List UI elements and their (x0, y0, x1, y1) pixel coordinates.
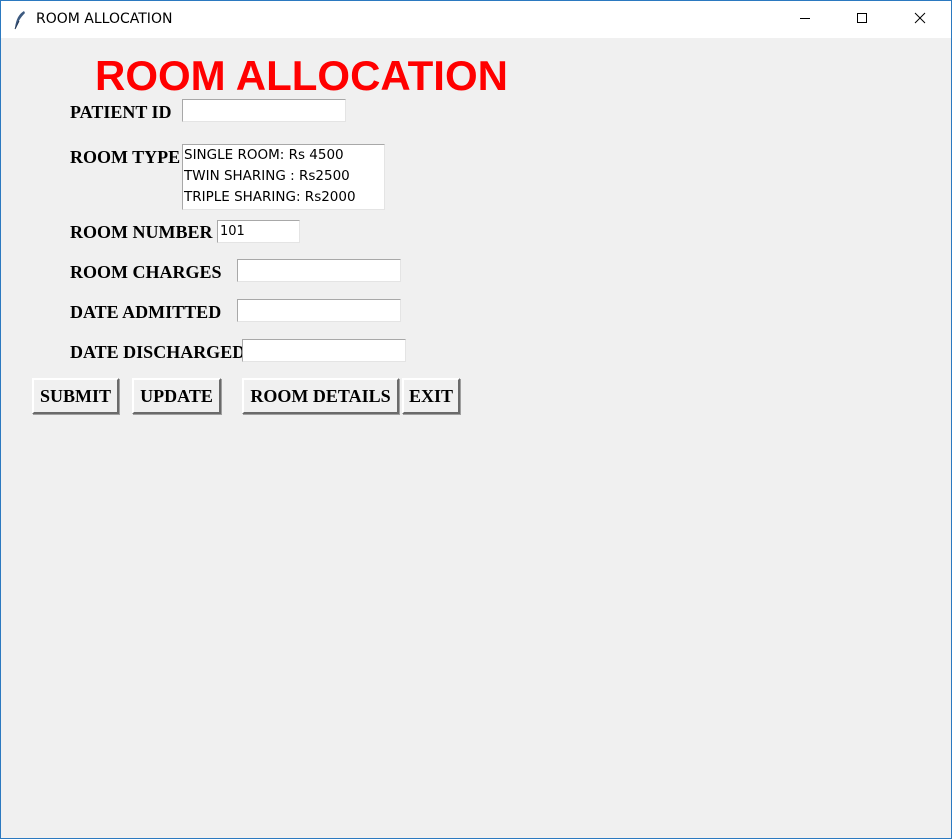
page-title: ROOM ALLOCATION (95, 52, 508, 99)
form-area: ROOM ALLOCATION PATIENT ID ROOM TYPE SIN… (1, 38, 951, 838)
date-admitted-input[interactable] (237, 299, 401, 322)
maximize-button[interactable] (839, 1, 885, 38)
room-details-button[interactable]: ROOM DETAILS (242, 378, 399, 414)
room-number-input[interactable]: 101 (217, 220, 300, 243)
date-discharged-input[interactable] (242, 339, 406, 362)
list-item[interactable]: SINGLE ROOM: Rs 4500 (183, 145, 384, 166)
patient-id-input[interactable] (182, 99, 346, 122)
submit-button[interactable]: SUBMIT (32, 378, 119, 414)
maximize-icon (856, 11, 868, 29)
list-item[interactable]: TWIN SHARING : Rs2500 (183, 166, 384, 187)
room-type-label: ROOM TYPE (70, 147, 181, 167)
room-charges-input[interactable] (237, 259, 401, 282)
minimize-icon (799, 11, 811, 29)
list-item[interactable]: TRIPLE SHARING: Rs2000 (183, 187, 384, 208)
close-icon (914, 11, 926, 29)
window-title: ROOM ALLOCATION (36, 11, 173, 27)
title-bar[interactable]: ROOM ALLOCATION (1, 1, 951, 38)
exit-button[interactable]: EXIT (402, 378, 460, 414)
close-button[interactable] (897, 1, 943, 38)
minimize-button[interactable] (782, 1, 828, 38)
app-window: ROOM ALLOCATION ROOM ALLOCATION PATIENT … (0, 0, 952, 839)
room-charges-label: ROOM CHARGES (70, 262, 222, 282)
update-button[interactable]: UPDATE (132, 378, 221, 414)
date-admitted-label: DATE ADMITTED (70, 302, 222, 322)
feather-icon (13, 10, 27, 30)
date-discharged-label: DATE DISCHARGED (70, 342, 246, 362)
room-number-label: ROOM NUMBER (70, 222, 213, 242)
patient-id-label: PATIENT ID (70, 102, 172, 122)
room-type-listbox[interactable]: SINGLE ROOM: Rs 4500 TWIN SHARING : Rs25… (182, 144, 385, 210)
